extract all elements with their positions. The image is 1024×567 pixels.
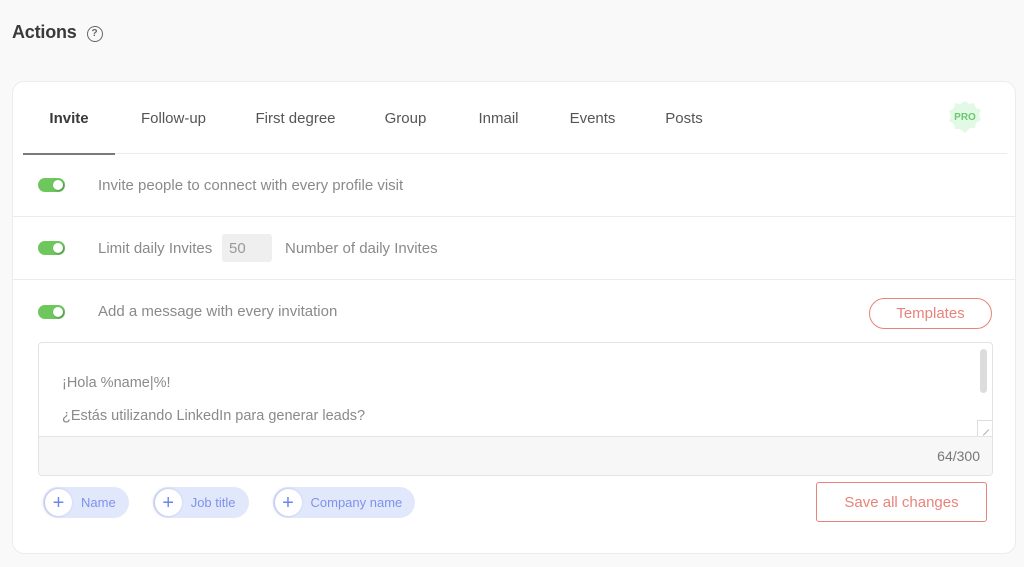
limit-daily-toggle[interactable]: [38, 241, 65, 255]
variable-chips: + Name + Job title + Company name: [43, 487, 416, 518]
resize-handle-icon[interactable]: [977, 420, 992, 436]
tab-first-degree[interactable]: First degree: [232, 82, 359, 154]
page-title: Actions: [12, 22, 77, 42]
tab-follow-up[interactable]: Follow-up: [115, 82, 232, 154]
tab-group[interactable]: Group: [359, 82, 452, 154]
setting-row-limit-daily: Limit daily Invites Number of daily Invi…: [13, 217, 1015, 280]
message-scrollbar[interactable]: [980, 349, 987, 393]
message-footer: 64/300: [39, 436, 992, 475]
chip-label: Name: [81, 495, 116, 510]
daily-invites-input[interactable]: [222, 234, 272, 262]
actions-card: Invite Follow-up First degree Group Inma…: [12, 81, 1016, 554]
message-textarea[interactable]: ¡Hola %name|%! ¿Estás utilizando LinkedI…: [39, 343, 992, 436]
invite-on-visit-label: Invite people to connect with every prof…: [98, 176, 404, 194]
plus-icon: +: [45, 489, 72, 516]
tab-invite[interactable]: Invite: [23, 82, 115, 155]
setting-row-invite-on-visit: Invite people to connect with every prof…: [13, 154, 1015, 217]
chip-label: Company name: [310, 495, 403, 510]
insert-job-title-chip[interactable]: + Job title: [152, 487, 249, 518]
message-editor: ¡Hola %name|%! ¿Estás utilizando LinkedI…: [38, 342, 993, 476]
tab-bar: Invite Follow-up First degree Group Inma…: [23, 82, 1007, 155]
chip-label: Job title: [190, 495, 236, 510]
add-message-label: Add a message with every invitation: [98, 303, 338, 320]
templates-button[interactable]: Templates: [869, 298, 992, 329]
plus-icon: +: [154, 489, 182, 516]
tab-inmail[interactable]: Inmail: [452, 82, 545, 154]
page-header: Actions ?: [12, 22, 103, 43]
add-message-toggle[interactable]: [38, 304, 65, 319]
daily-invites-suffix-label: Number of daily Invites: [285, 239, 438, 257]
tab-posts[interactable]: Posts: [640, 82, 728, 154]
setting-row-add-message: Add a message with every invitation: [13, 280, 1015, 343]
save-all-changes-button[interactable]: Save all changes: [816, 482, 987, 522]
insert-name-chip[interactable]: + Name: [43, 487, 129, 518]
limit-daily-label: Limit daily Invites: [98, 239, 213, 257]
help-icon[interactable]: ?: [86, 25, 103, 42]
insert-company-name-chip[interactable]: + Company name: [272, 487, 416, 518]
char-count: 64/300: [937, 448, 980, 464]
pro-badge: PRO: [948, 100, 982, 134]
tab-events[interactable]: Events: [545, 82, 640, 154]
invite-on-visit-toggle[interactable]: [38, 178, 65, 192]
pro-badge-label: PRO: [954, 111, 976, 123]
plus-icon: +: [274, 489, 302, 516]
